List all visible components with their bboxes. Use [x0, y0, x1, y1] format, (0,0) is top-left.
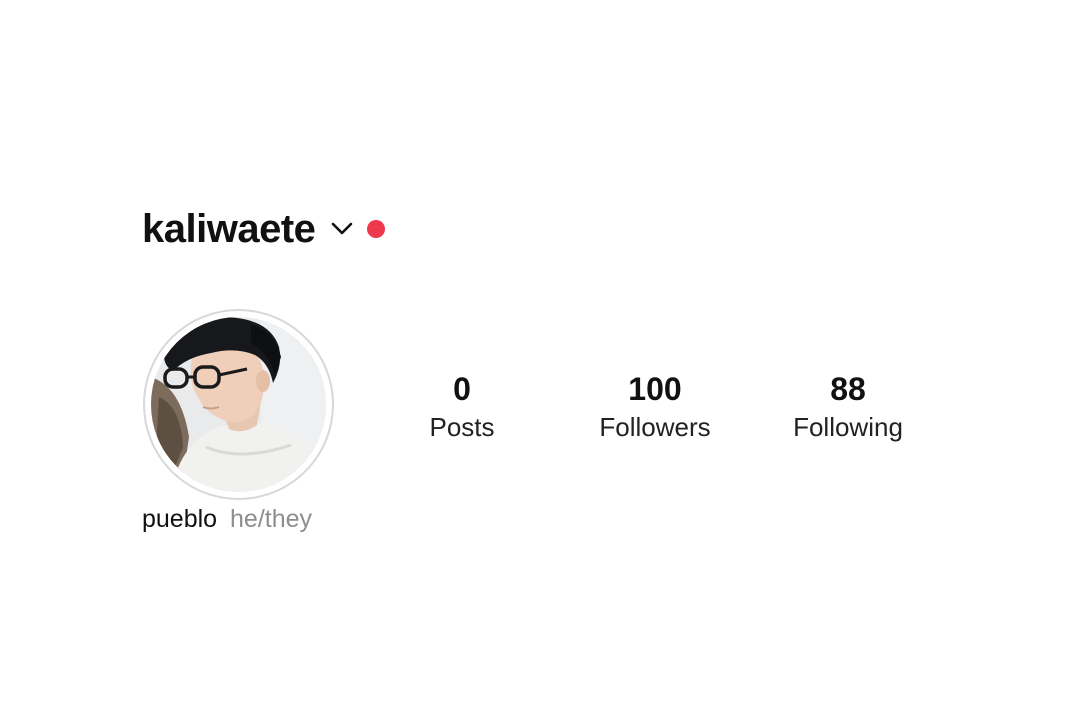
pronouns: he/they [230, 505, 313, 533]
profile-page: kaliwaete 0 Posts 100 Followers 88 Follo… [0, 0, 1080, 720]
avatar-image [151, 317, 326, 492]
following-count: 88 [830, 371, 866, 407]
followers-stat[interactable]: 100 Followers [585, 370, 725, 444]
avatar[interactable] [143, 309, 334, 500]
following-label: Following [793, 412, 903, 442]
chevron-down-icon[interactable] [329, 216, 355, 242]
followers-label: Followers [599, 412, 711, 442]
display-name: pueblo [142, 505, 218, 533]
posts-count: 0 [453, 371, 471, 407]
posts-stat[interactable]: 0 Posts [412, 370, 512, 444]
notification-dot-icon [367, 220, 386, 238]
followers-count: 100 [628, 371, 682, 407]
following-stat[interactable]: 88 Following [778, 370, 918, 444]
username[interactable]: kaliwaete [142, 209, 316, 249]
profile-header: kaliwaete [142, 204, 386, 254]
posts-label: Posts [429, 412, 495, 442]
profile-name-line: pueblo he/they [142, 503, 312, 535]
